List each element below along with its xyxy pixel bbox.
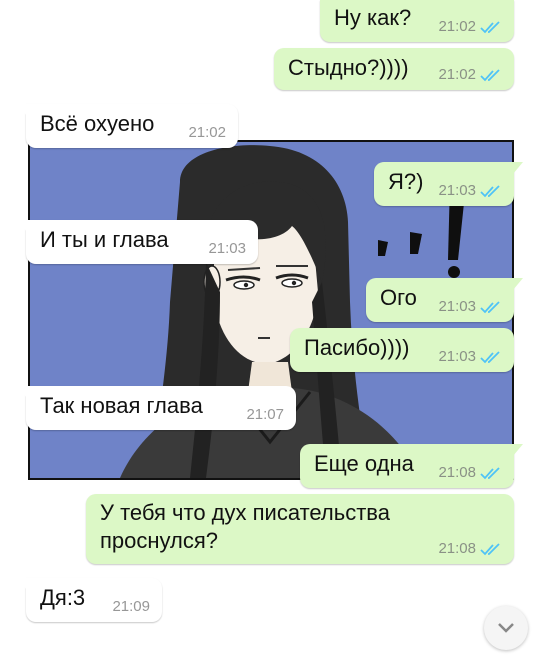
message-meta: 21:03 — [208, 240, 246, 257]
message-meta: 21:08 — [438, 464, 502, 481]
message-time: 21:03 — [438, 298, 476, 315]
message-text: Стыдно?)))) — [288, 55, 409, 80]
bubble-tail — [513, 278, 523, 290]
double-check-read-icon — [480, 184, 500, 197]
bubble-tail — [513, 162, 523, 174]
message-time: 21:08 — [438, 464, 476, 481]
message-text: И ты и глава — [40, 227, 169, 252]
message-meta: 21:09 — [112, 598, 150, 615]
message-time: 21:02 — [438, 66, 476, 83]
message-text: Еще одна — [314, 451, 414, 476]
message-bubble-incoming[interactable]: И ты и глава 21:03 — [17, 220, 258, 264]
message-time: 21:03 — [438, 182, 476, 199]
bubble-tail — [17, 104, 27, 116]
message-meta: 21:07 — [246, 406, 284, 423]
bubble-tail — [17, 220, 27, 232]
message-text: Так новая глава — [40, 393, 203, 418]
message-time: 21:08 — [438, 540, 476, 557]
chevron-down-icon — [498, 623, 514, 633]
message-text: Всё охуено — [40, 111, 155, 136]
message-text: Дя:3 — [40, 585, 86, 610]
double-check-read-icon — [480, 300, 500, 313]
scroll-down-button[interactable] — [484, 606, 528, 650]
message-bubble-incoming[interactable]: Всё охуено 21:02 — [17, 104, 238, 148]
message-time: 21:02 — [438, 18, 476, 35]
message-time: 21:03 — [438, 348, 476, 365]
message-text: Пасибо)))) — [304, 335, 410, 360]
message-text: Ого — [380, 285, 417, 310]
message-bubble-outgoing[interactable]: Пасибо)))) 21:03 — [290, 328, 514, 372]
double-check-read-icon — [480, 68, 500, 81]
message-meta: 21:02 — [188, 124, 226, 141]
bubble-tail — [17, 386, 27, 398]
message-time: 21:07 — [246, 406, 284, 423]
double-check-read-icon — [480, 542, 500, 555]
message-meta: 21:03 — [438, 298, 502, 315]
message-text: Я?) — [388, 169, 424, 194]
message-time: 21:02 — [188, 124, 226, 141]
message-text: У тебя что дух писательства проснулся? — [100, 500, 390, 553]
chat-area[interactable]: Ну как? 21:02 Стыдно?)))) 21:02 Всё охуе… — [0, 0, 540, 650]
double-check-read-icon — [480, 466, 500, 479]
message-bubble-outgoing[interactable]: Ну как? 21:02 — [320, 0, 514, 42]
message-meta: 21:08 — [438, 540, 502, 557]
message-bubble-incoming[interactable]: Так новая глава 21:07 — [17, 386, 296, 430]
double-check-read-icon — [480, 350, 500, 363]
message-bubble-outgoing[interactable]: У тебя что дух писательства проснулся? 2… — [86, 494, 514, 564]
message-meta: 21:03 — [438, 348, 502, 365]
message-meta: 21:02 — [438, 18, 502, 35]
message-time: 21:09 — [112, 598, 150, 615]
double-check-read-icon — [480, 20, 500, 33]
bubble-tail — [513, 444, 523, 456]
message-time: 21:03 — [208, 240, 246, 257]
message-bubble-outgoing[interactable]: Стыдно?)))) 21:02 — [274, 48, 514, 90]
message-bubble-incoming[interactable]: Дя:3 21:09 — [17, 578, 162, 622]
message-meta: 21:02 — [438, 66, 502, 83]
bubble-tail — [17, 578, 27, 590]
message-bubble-outgoing[interactable]: Еще одна 21:08 — [300, 444, 523, 488]
message-text: Ну как? — [334, 5, 412, 30]
message-bubble-outgoing[interactable]: Я?) 21:03 — [374, 162, 523, 206]
message-meta: 21:03 — [438, 182, 502, 199]
message-bubble-outgoing[interactable]: Ого 21:03 — [366, 278, 523, 322]
